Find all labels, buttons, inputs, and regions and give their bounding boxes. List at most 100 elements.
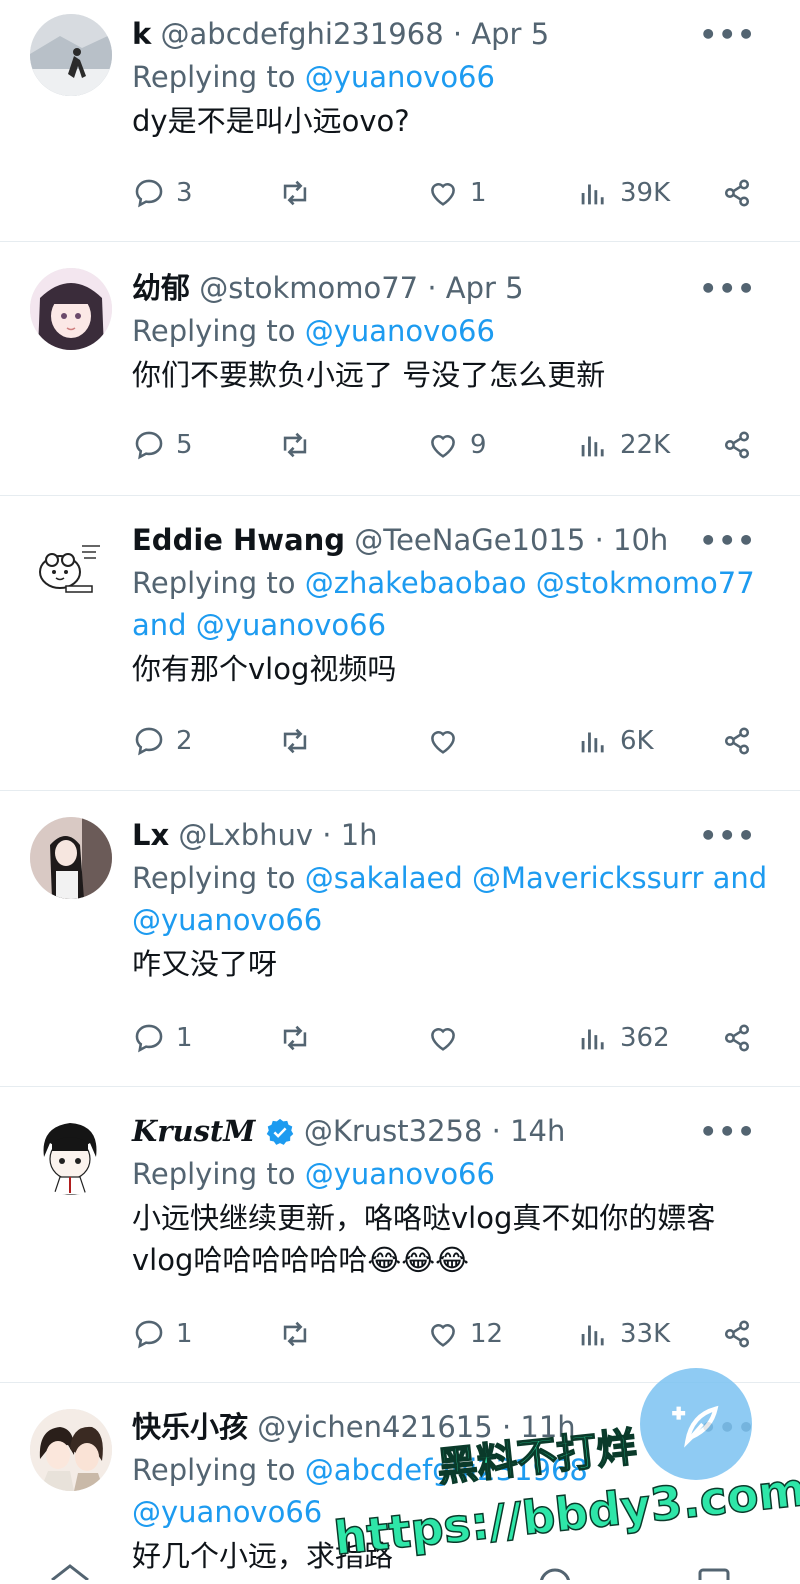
tweet-text: 你们不要欺负小远了 号没了怎么更新	[132, 358, 606, 392]
view-count: 362	[620, 1023, 670, 1053]
reply-button[interactable]: 2	[132, 724, 193, 758]
like-button[interactable]: 1	[426, 176, 487, 210]
mention-link[interactable]: @yuanovo66	[196, 608, 386, 642]
retweet-icon	[283, 180, 307, 206]
avatar[interactable]	[30, 1409, 112, 1491]
display-name[interactable]: Eddie Hwang	[132, 523, 345, 557]
more-options-icon[interactable]: •••	[699, 18, 756, 51]
share-button[interactable]	[720, 1317, 764, 1351]
like-button[interactable]	[426, 724, 470, 758]
more-options-icon[interactable]: •••	[699, 1115, 756, 1148]
tweet[interactable]: k @abcdefghi231968 · Apr 5 Replying to @…	[0, 0, 800, 242]
analytics-icon	[581, 184, 604, 205]
tweet-header: Eddie Hwang @TeeNaGe1015 · 10h	[132, 523, 669, 557]
tweet[interactable]: Lx @Lxbhuv · 1h Replying to @sakalaed @M…	[0, 791, 800, 1087]
action-bar: 3 1 39K	[132, 176, 760, 216]
views-button[interactable]: 6K	[576, 724, 654, 758]
reply-button[interactable]: 3	[132, 176, 193, 210]
retweet-button[interactable]	[278, 724, 322, 758]
retweet-button[interactable]	[278, 176, 322, 210]
reply-count: 3	[176, 178, 193, 208]
tweet[interactable]: Eddie Hwang @TeeNaGe1015 · 10h Replying …	[0, 496, 800, 791]
user-handle[interactable]: @stokmomo77	[199, 271, 418, 305]
retweet-icon	[283, 1025, 307, 1051]
reply-context: Replying to @yuanovo66	[132, 56, 780, 98]
mention-link[interactable]: @sakalaed @Maverickssurr	[305, 861, 704, 895]
views-button[interactable]: 33K	[576, 1317, 670, 1351]
mention-link[interactable]: @yuanovo66	[132, 1495, 322, 1529]
views-button[interactable]: 22K	[576, 428, 670, 462]
like-button[interactable]: 12	[426, 1317, 503, 1351]
feather-plus-icon	[672, 1405, 719, 1448]
retweet-button[interactable]	[278, 428, 322, 462]
timestamp[interactable]: Apr 5	[446, 271, 524, 305]
action-bar: 5 9 22K	[132, 428, 760, 468]
retweet-button[interactable]	[278, 1021, 322, 1055]
timestamp[interactable]: 14h	[510, 1114, 565, 1148]
avatar[interactable]	[30, 817, 112, 899]
mention-link[interactable]: @yuanovo66	[305, 60, 495, 94]
home-icon	[51, 1564, 89, 1582]
display-name[interactable]: KrustM	[132, 1114, 255, 1148]
like-count: 12	[470, 1319, 504, 1349]
share-button[interactable]	[720, 176, 764, 210]
user-handle[interactable]: @Krust3258	[304, 1114, 483, 1148]
reply-icon	[135, 727, 163, 756]
timestamp[interactable]: 1h	[341, 818, 378, 852]
like-button[interactable]: 9	[426, 428, 487, 462]
reply-prefix: Replying to	[132, 861, 305, 895]
reply-prefix: Replying to	[132, 314, 305, 348]
mention-link[interactable]: @yuanovo66	[305, 1157, 495, 1191]
more-options-icon[interactable]: •••	[699, 819, 756, 852]
analytics-icon	[581, 1325, 604, 1346]
reply-button[interactable]: 1	[132, 1021, 193, 1055]
analytics-icon	[581, 436, 604, 457]
avatar[interactable]	[30, 14, 112, 96]
more-options-icon[interactable]: •••	[699, 524, 756, 557]
views-button[interactable]: 362	[576, 1021, 670, 1055]
tweet[interactable]: 幼郁 @stokmomo77 · Apr 5 Replying to @yuan…	[0, 242, 800, 496]
timestamp[interactable]: 11h	[520, 1410, 575, 1444]
like-button[interactable]	[426, 1021, 470, 1055]
share-button[interactable]	[720, 428, 764, 462]
analytics-icon	[581, 732, 604, 753]
analytics-icon	[581, 1029, 604, 1050]
reply-button[interactable]: 1	[132, 1317, 193, 1351]
mention-link[interactable]: @yuanovo66	[132, 903, 322, 937]
verified-badge-icon	[266, 1118, 293, 1145]
retweet-icon	[283, 432, 307, 458]
reply-count: 1	[176, 1319, 193, 1349]
notifications-icon	[539, 1568, 571, 1584]
mention-link[interactable]: @yuanovo66	[305, 314, 495, 348]
share-button[interactable]	[720, 724, 764, 758]
user-handle[interactable]: @TeeNaGe1015	[354, 523, 585, 557]
display-name[interactable]: k	[132, 17, 151, 51]
user-handle[interactable]: @yichen421615	[257, 1410, 492, 1444]
avatar[interactable]	[30, 1113, 112, 1195]
views-button[interactable]: 39K	[576, 176, 670, 210]
avatar[interactable]	[30, 524, 112, 606]
compose-button[interactable]	[640, 1368, 752, 1480]
retweet-button[interactable]	[278, 1317, 322, 1351]
timestamp[interactable]: Apr 5	[471, 17, 549, 51]
share-icon	[724, 1024, 750, 1052]
display-name[interactable]: Lx	[132, 818, 169, 852]
avatar[interactable]	[30, 268, 112, 350]
timestamp[interactable]: 10h	[613, 523, 668, 557]
user-handle[interactable]: @abcdefghi231968	[161, 17, 444, 51]
more-options-icon[interactable]: •••	[699, 272, 756, 305]
reply-context: Replying to @zhakebaobao @stokmomo77 and …	[132, 562, 780, 646]
mention-link[interactable]: @zhakebaobao @stokmomo77	[305, 566, 755, 600]
user-handle[interactable]: @Lxbhuv	[178, 818, 313, 852]
display-name[interactable]: 幼郁	[132, 271, 190, 305]
tweet-header: k @abcdefghi231968 · Apr 5	[132, 17, 550, 51]
reply-button[interactable]: 5	[132, 428, 193, 462]
mention-link[interactable]: @abcdefghi231968	[305, 1453, 588, 1487]
display-name[interactable]: 快乐小孩	[132, 1410, 248, 1444]
action-bar: 1 12 33K	[132, 1317, 760, 1357]
reply-context: Replying to @sakalaed @Maverickssurr and…	[132, 857, 780, 941]
action-bar: 2 6K	[132, 724, 760, 764]
tweet[interactable]: KrustM @Krust3258 · 14h Replying to @yua…	[0, 1087, 800, 1383]
share-button[interactable]	[720, 1021, 764, 1055]
reply-and: and	[703, 861, 768, 895]
